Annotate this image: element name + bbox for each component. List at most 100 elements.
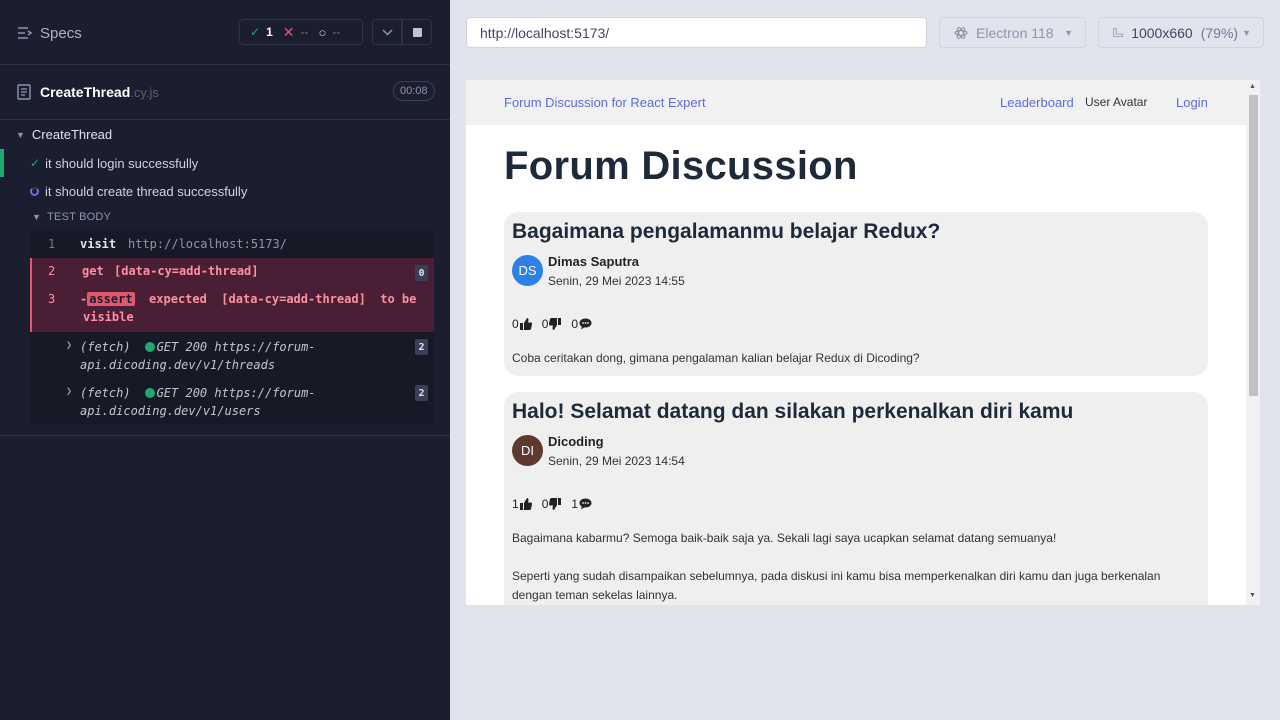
user-avatar-image: User Avatar	[1085, 95, 1161, 109]
upvote-count: 1	[512, 497, 519, 511]
failed-stat: ✕ --	[283, 24, 309, 41]
pending-stat: ○ --	[318, 25, 340, 40]
thread-body-paragraph: Bagaimana kabarmu? Semoga baik-baik saja…	[512, 531, 1057, 545]
thread-date: Senin, 29 Mei 2023 14:54	[548, 454, 685, 468]
chevron-down-icon: ▼	[32, 212, 42, 222]
thread-card: Bagaimana pengalamanmu belajar Redux? DS…	[504, 212, 1208, 376]
test-title: it should create thread successfully	[45, 183, 248, 199]
test-title: it should login successfully	[45, 155, 199, 171]
login-link[interactable]: Login	[1176, 95, 1208, 110]
downvote-count: 0	[541, 317, 549, 331]
thumbs-up-icon	[519, 318, 532, 330]
test-login[interactable]: ✓ it should login successfully	[0, 149, 450, 177]
command-name: get	[82, 264, 104, 278]
fetch-count-badge: 2	[415, 339, 428, 355]
assert-text: visible	[83, 310, 134, 324]
x-icon: ✕	[282, 23, 295, 40]
fetch-url: https://forum-	[214, 340, 316, 354]
assert-text: to be	[380, 292, 417, 306]
command-visit[interactable]: 1 visit http://localhost:5173/	[30, 231, 434, 258]
failed-count: --	[300, 25, 309, 39]
spec-file-extension: .cy.js	[130, 85, 159, 100]
test-create-thread[interactable]: it should create thread successfully	[0, 177, 450, 205]
thread-body: Coba ceritakan dong, gimana pengalaman k…	[512, 351, 920, 365]
comment-icon	[579, 498, 592, 510]
test-body-label: TEST BODY	[47, 211, 112, 223]
downvote-button[interactable]: 0	[542, 497, 562, 511]
ruler-icon	[1113, 27, 1123, 38]
assert-message: - assert expected [data-cy=add-thread] to…	[80, 292, 416, 306]
specs-list-icon[interactable]	[17, 26, 33, 40]
aut-url-field[interactable]: http://localhost:5173/	[466, 17, 927, 48]
app-navbar: Forum Discussion for React Expert Leader…	[466, 80, 1246, 125]
document-icon	[17, 84, 31, 100]
status-dot-icon	[144, 388, 155, 398]
thread-body-paragraph: Seperti yang sudah disampaikan sebelumny…	[512, 569, 1161, 602]
avatar: DS	[512, 255, 543, 286]
suite-title-text: CreateThread	[31, 127, 113, 142]
app-brand-link[interactable]: Forum Discussion for React Expert	[504, 95, 706, 110]
specs-label[interactable]: Specs	[40, 25, 82, 42]
specs-header: Specs ✓ 1 ✕ -- ○ --	[0, 0, 450, 65]
browser-name: Electron 118	[976, 24, 1054, 41]
thread-card: Halo! Selamat datang dan silakan perkena…	[504, 392, 1208, 605]
stop-button[interactable]	[402, 19, 432, 45]
viewport-size: 1000x660	[1131, 24, 1193, 41]
comment-count-value: 0	[571, 317, 579, 331]
command-assert[interactable]: 3 - assert expected [data-cy=add-thread] …	[30, 286, 434, 332]
scrollbar-thumb[interactable]	[1249, 95, 1258, 396]
suite-title[interactable]: ▼ CreateThread	[16, 127, 112, 142]
scroll-up-icon[interactable]: ▲	[1249, 83, 1256, 90]
avatar-alt-text: User Avatar	[1085, 95, 1148, 109]
thumbs-up-icon	[519, 498, 532, 510]
viewport-selector[interactable]: 1000x660 (79%) ▼	[1098, 17, 1264, 48]
command-number: 2	[48, 264, 56, 278]
assert-text: expected	[149, 292, 207, 306]
chevron-down-icon	[381, 28, 393, 36]
avatar: DI	[512, 435, 543, 466]
assert-tag: assert	[87, 292, 135, 306]
stop-icon	[412, 27, 422, 37]
downvote-button[interactable]: 0	[542, 317, 562, 331]
command-number: 3	[48, 292, 56, 306]
spec-file-name[interactable]: CreateThread.cy.js	[40, 84, 159, 100]
expand-collapse-button[interactable]	[372, 19, 402, 45]
upvote-count: 0	[512, 317, 519, 331]
fetch-method: GET 200	[156, 340, 208, 354]
downvote-count: 0	[541, 497, 549, 511]
browser-selector[interactable]: Electron 118 ▼	[939, 17, 1086, 48]
divider	[0, 435, 450, 436]
check-icon: ✓	[250, 25, 261, 39]
fetch-users[interactable]: ❯ (fetch) GET 200 https://forum- api.dico…	[30, 378, 434, 424]
fetch-count-badge: 2	[415, 385, 428, 401]
thumbs-down-icon	[549, 498, 562, 510]
command-number: 1	[48, 237, 56, 251]
test-body-header[interactable]: ▼ TEST BODY	[32, 211, 111, 223]
thread-title[interactable]: Halo! Selamat datang dan silakan perkena…	[512, 400, 1073, 424]
thread-title[interactable]: Bagaimana pengalamanmu belajar Redux?	[512, 220, 940, 244]
chevron-right-icon: ❯	[66, 340, 73, 351]
command-get[interactable]: 2 get [data-cy=add-thread] 0	[30, 258, 434, 286]
command-log: 1 visit http://localhost:5173/ 2 get [da…	[30, 231, 434, 424]
comment-icon	[579, 318, 592, 330]
fetch-method: GET 200	[156, 386, 208, 400]
thread-date: Senin, 29 Mei 2023 14:55	[548, 274, 685, 288]
comment-count: 0	[571, 317, 592, 331]
chevron-right-icon: ❯	[66, 386, 73, 397]
duration-badge: 00:08	[393, 81, 435, 101]
passed-stat: ✓ 1	[250, 25, 273, 39]
thread-actions: 1 0 1	[512, 497, 592, 511]
upvote-button[interactable]: 1	[512, 497, 532, 511]
scroll-down-icon[interactable]: ▼	[1249, 592, 1256, 599]
frame-scrollbar[interactable]: ▲ ▼	[1246, 80, 1260, 605]
app-under-test-frame: Forum Discussion for React Expert Leader…	[466, 80, 1260, 605]
upvote-button[interactable]: 0	[512, 317, 532, 331]
fetch-url: api.dicoding.dev/v1/threads	[80, 358, 276, 372]
spec-file-header: CreateThread.cy.js 00:08	[0, 65, 450, 120]
leaderboard-link[interactable]: Leaderboard	[1000, 95, 1074, 110]
check-icon: ✓	[30, 156, 41, 170]
thread-actions: 0 0 0	[512, 317, 592, 331]
thread-author: Dimas Saputra	[548, 254, 640, 269]
fetch-threads[interactable]: ❯ (fetch) GET 200 https://forum- api.dico…	[30, 332, 434, 378]
fetch-line: (fetch) GET 200 https://forum-	[80, 340, 316, 354]
